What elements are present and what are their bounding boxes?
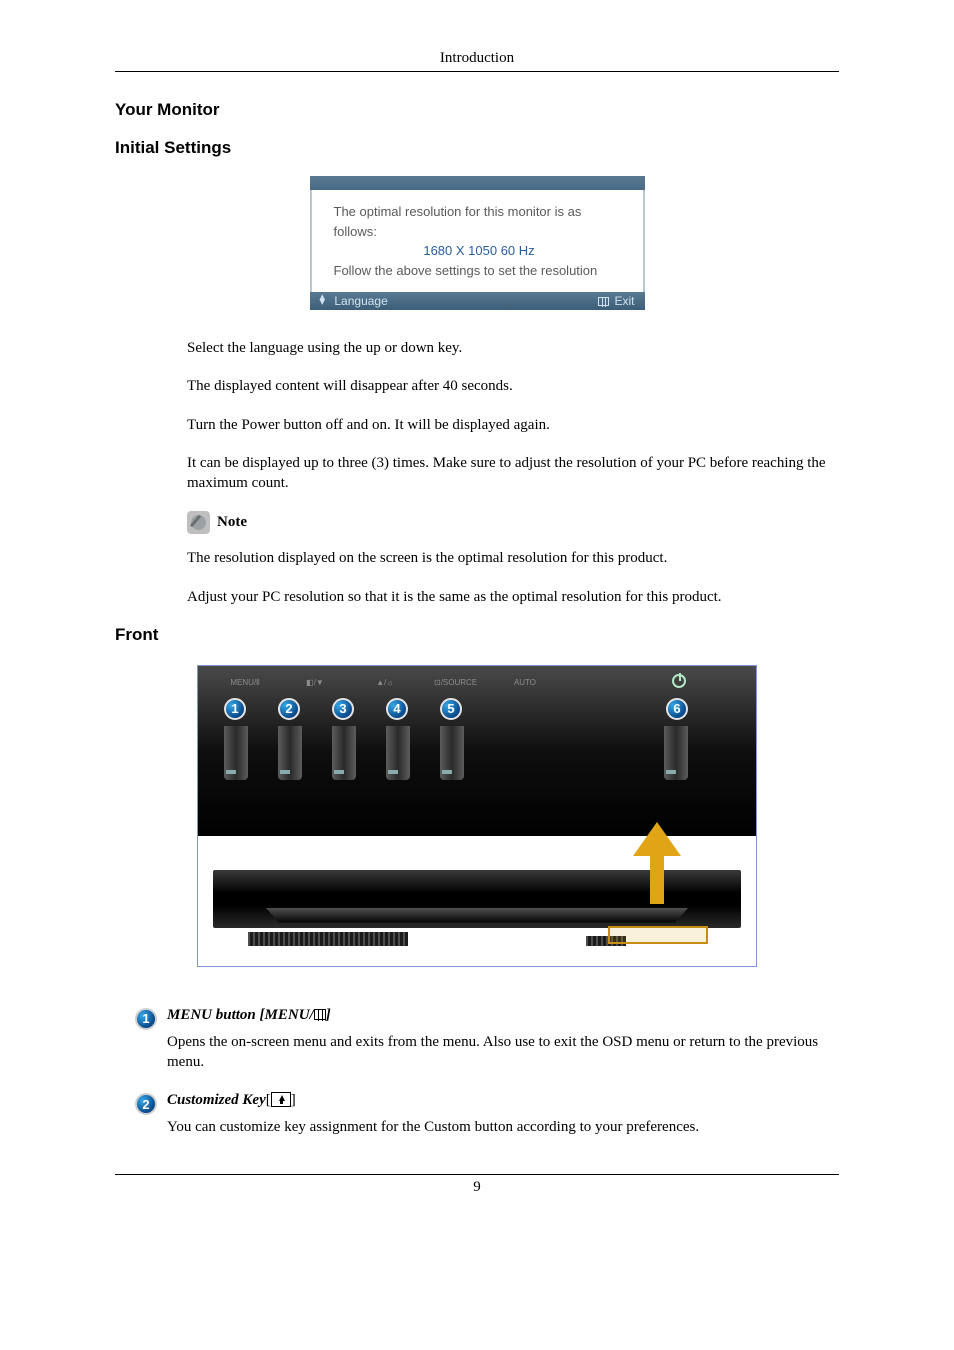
highlight-box bbox=[608, 926, 708, 944]
page-footer: 9 bbox=[115, 1174, 839, 1196]
content-block: Select the language using the up or down… bbox=[187, 338, 839, 607]
def2-desc: You can customize key assignment for the… bbox=[167, 1117, 839, 1137]
button-stub bbox=[224, 726, 248, 780]
heading-your-monitor: Your Monitor bbox=[115, 100, 839, 120]
osd-footer: ▴▾ Language Exit bbox=[310, 292, 645, 310]
stub-row bbox=[224, 726, 464, 780]
def2-title-c: ] bbox=[291, 1092, 296, 1108]
osd-language-label: Language bbox=[334, 294, 387, 308]
para-adjust: Adjust your PC resolution so that it is … bbox=[187, 587, 839, 607]
def2-title-a: Customized Key bbox=[167, 1092, 266, 1108]
badge-6: 6 bbox=[666, 698, 688, 720]
custom-key-icon bbox=[271, 1092, 291, 1107]
button-stub bbox=[278, 726, 302, 780]
osd-line2: Follow the above settings to set the res… bbox=[334, 261, 625, 281]
def2-title: Customized Key[] bbox=[167, 1092, 839, 1109]
front-panel-bottom bbox=[198, 836, 756, 966]
badge-1: 1 bbox=[224, 698, 246, 720]
button-stub bbox=[386, 726, 410, 780]
def1-desc: Opens the on-screen menu and exits from … bbox=[167, 1032, 839, 1073]
badge-row-right: 6 bbox=[666, 698, 688, 720]
exit-icon bbox=[598, 297, 609, 306]
para-power-button: Turn the Power button off and on. It wil… bbox=[187, 415, 839, 435]
menu-exit-icon bbox=[314, 1009, 326, 1020]
vent-left bbox=[248, 932, 408, 946]
updown-icon: ▴▾ bbox=[320, 295, 326, 306]
para-three-times: It can be displayed up to three (3) time… bbox=[187, 453, 839, 494]
def-item-2: 2 Customized Key[] You can customize key… bbox=[135, 1092, 839, 1153]
osd-language: ▴▾ Language bbox=[320, 294, 388, 308]
def1-title-a: MENU button [MENU/ bbox=[167, 1007, 314, 1023]
btn-label-down: ◧/▼ bbox=[294, 678, 336, 688]
para-optimal: The resolution displayed on the screen i… bbox=[187, 548, 839, 568]
osd-line1: The optimal resolution for this monitor … bbox=[334, 202, 625, 241]
badge-4: 4 bbox=[386, 698, 408, 720]
button-stub bbox=[332, 726, 356, 780]
button-stub-power bbox=[664, 726, 688, 780]
para-select-language: Select the language using the up or down… bbox=[187, 338, 839, 358]
power-icon bbox=[672, 674, 686, 688]
button-stub bbox=[440, 726, 464, 780]
badge-2: 2 bbox=[278, 698, 300, 720]
para-disappear: The displayed content will disappear aft… bbox=[187, 376, 839, 396]
def-badge-2: 2 bbox=[135, 1093, 157, 1115]
osd-dialog: The optimal resolution for this monitor … bbox=[310, 176, 645, 310]
note-label: Note bbox=[217, 514, 247, 531]
badge-5: 5 bbox=[440, 698, 462, 720]
btn-label-source: ⊡/SOURCE bbox=[434, 678, 476, 688]
osd-exit-label: Exit bbox=[614, 294, 634, 308]
osd-titlebar bbox=[310, 176, 645, 190]
heading-initial-settings: Initial Settings bbox=[115, 138, 839, 158]
osd-exit: Exit bbox=[598, 294, 634, 308]
badge-3: 3 bbox=[332, 698, 354, 720]
osd-body: The optimal resolution for this monitor … bbox=[310, 190, 645, 292]
def-item-1: 1 MENU button [MENU/] Opens the on-scree… bbox=[135, 1007, 839, 1089]
def-badge-1: 1 bbox=[135, 1008, 157, 1030]
def1-title-b: ] bbox=[326, 1007, 331, 1023]
front-figure: MENU/⦀ ◧/▼ ▲/☼ ⊡/SOURCE AUTO 1 2 3 4 5 6 bbox=[197, 665, 757, 967]
badge-row: 1 2 3 4 5 bbox=[224, 698, 462, 720]
btn-label-up: ▲/☼ bbox=[364, 678, 406, 688]
arrow-icon bbox=[633, 822, 681, 856]
page-header: Introduction bbox=[115, 50, 839, 72]
note-icon bbox=[187, 511, 210, 534]
btn-label-auto: AUTO bbox=[504, 678, 546, 688]
front-panel-top: MENU/⦀ ◧/▼ ▲/☼ ⊡/SOURCE AUTO 1 2 3 4 5 6 bbox=[198, 666, 756, 836]
note-row: Note bbox=[187, 511, 839, 534]
btn-label-menu: MENU/⦀ bbox=[224, 678, 266, 688]
def1-title: MENU button [MENU/] bbox=[167, 1007, 839, 1024]
button-labels: MENU/⦀ ◧/▼ ▲/☼ ⊡/SOURCE AUTO bbox=[224, 678, 546, 688]
arrow-stem bbox=[650, 854, 664, 904]
heading-front: Front bbox=[115, 625, 839, 645]
osd-resolution: 1680 X 1050 60 Hz bbox=[334, 241, 625, 261]
